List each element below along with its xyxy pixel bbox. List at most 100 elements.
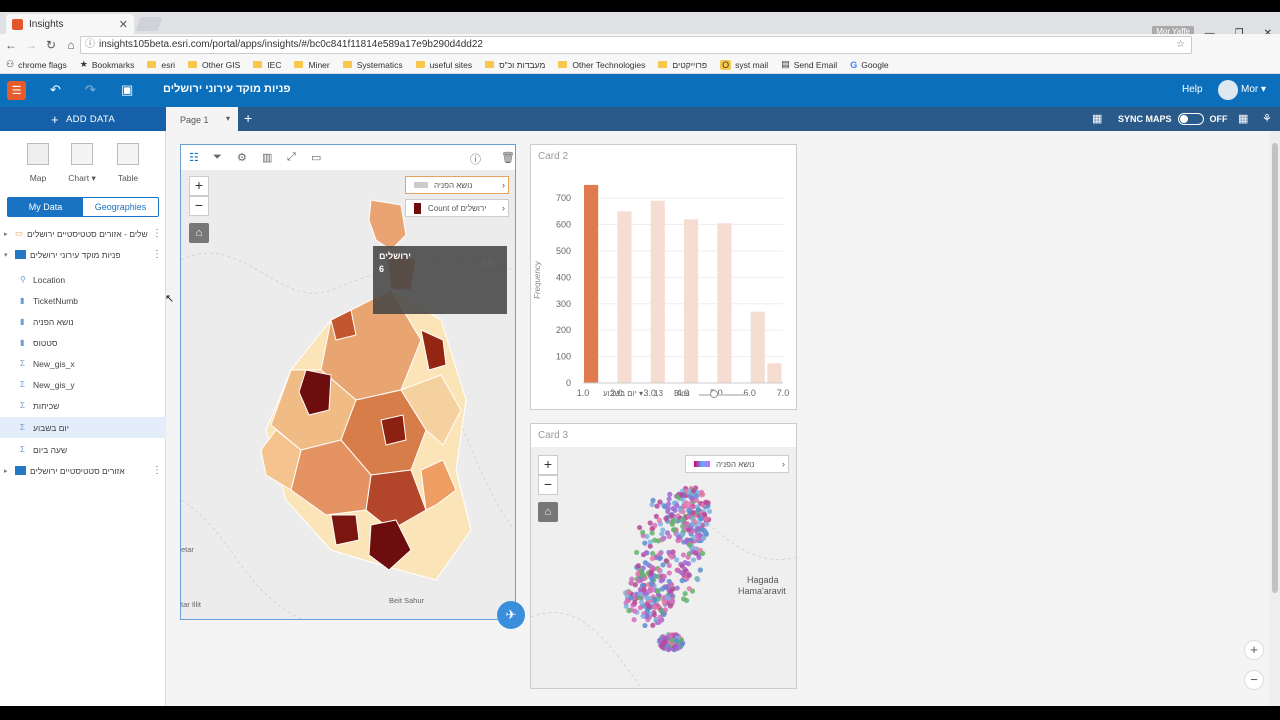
bookmark-folder[interactable]: Systematics	[342, 60, 403, 70]
field-row[interactable]: Σ שכיחות	[0, 395, 166, 416]
canvas-zoom-in-button[interactable]: +	[1244, 640, 1264, 660]
histogram-card[interactable]: Card 2 0 100 200 300 400 500 600 700 Frequency 1.…	[530, 144, 797, 410]
zoom-out-button[interactable]: −	[189, 196, 209, 216]
canvas-zoom-out-button[interactable]: −	[1244, 670, 1264, 690]
card-options-icon[interactable]: ▭	[311, 151, 321, 164]
back-icon[interactable]: ←	[2, 38, 20, 52]
chevron-right-icon[interactable]: ›	[782, 459, 785, 469]
bookmark-item[interactable]: G Google	[850, 60, 888, 70]
field-row[interactable]: ▮ סטטוס	[0, 332, 166, 353]
bookmark-item[interactable]: ▤ Send Email	[781, 59, 837, 70]
filter-icon[interactable]: ⏷	[213, 151, 222, 164]
home-icon[interactable]: ⌂	[62, 38, 80, 52]
info-icon[interactable]: ⓘ	[470, 151, 481, 167]
field-row[interactable]: Σ New_gis_y	[0, 374, 166, 395]
reload-icon[interactable]: ↻	[42, 38, 60, 52]
action-button[interactable]: ✈	[497, 601, 525, 629]
zoom-in-button[interactable]: +	[538, 455, 558, 475]
zoom-out-button[interactable]: −	[538, 475, 558, 495]
more-options-icon[interactable]: ⋮	[152, 249, 162, 260]
bookmark-folder[interactable]: מעבדות וכ"ס	[485, 60, 545, 70]
insights-logo-icon[interactable]: ☰	[7, 81, 26, 100]
forward-icon[interactable]: →	[22, 38, 40, 52]
toggle-switch[interactable]	[1177, 113, 1204, 125]
field-row[interactable]: ⚲ Location	[0, 269, 166, 290]
card-title[interactable]: Card 2	[538, 151, 568, 162]
bookmark-folder[interactable]: פרוייקטים	[658, 60, 707, 70]
chevron-right-icon[interactable]: ▸	[4, 230, 11, 238]
add-data-button[interactable]: + ADD DATA	[0, 107, 166, 131]
new-tab-button[interactable]	[135, 17, 163, 31]
chevron-down-icon[interactable]: ▾	[4, 251, 11, 259]
field-row-selected[interactable]: Σ יום בשבוע	[0, 417, 166, 438]
bookmark-item[interactable]: ⚇ chrome flags	[6, 59, 67, 70]
home-extent-icon[interactable]: ⌂	[538, 502, 558, 522]
info-icon[interactable]: ⓘ	[85, 37, 95, 53]
share-icon[interactable]: ⚘	[1262, 112, 1272, 125]
dataset-row[interactable]: ▾ פניות מוקד עירוני ירושלים ⋮	[0, 244, 166, 265]
map-viz-button[interactable]: Map	[18, 143, 58, 183]
map-card[interactable]: ☷ ⏷ ⚙ ▥ ⤢ ▭ ⓘ 🗑 + − ⌂ נושא הפניה › Count…	[180, 144, 516, 620]
point-map[interactable]: + − ⌂ נושא הפניה › Hagada Hama'aravit	[531, 447, 796, 688]
bookmark-star-icon[interactable]: ☆	[1176, 37, 1185, 53]
chevron-right-icon[interactable]: ▸	[4, 467, 11, 475]
close-tab-icon[interactable]: ✕	[119, 18, 128, 31]
spatial-analysis-icon[interactable]: ⚙	[237, 151, 247, 164]
bins-slider-track[interactable]	[699, 394, 747, 396]
bookmark-folder[interactable]: Miner	[294, 60, 330, 70]
grid-icon[interactable]: ▦	[1238, 112, 1248, 125]
legend-layer-1[interactable]: נושא הפניה ›	[405, 176, 509, 194]
bookmark-item[interactable]: Osyst mail	[720, 59, 768, 70]
dataset-row[interactable]: ▸ ▭ שלים - אזורים סטטיסטיים ירושלים ⋮	[0, 223, 166, 244]
dataset-row[interactable]: ▸ אזורים סטטיסטיים ירושלים ⋮	[0, 460, 166, 481]
address-bar[interactable]: ⓘ insights105beta.esri.com/portal/apps/i…	[80, 36, 1192, 54]
home-extent-icon[interactable]: ⌂	[189, 223, 209, 243]
more-options-icon[interactable]: ⋮	[152, 465, 162, 476]
help-link[interactable]: Help	[1182, 84, 1203, 95]
table-viz-button[interactable]: Table	[108, 143, 148, 183]
legend-layer[interactable]: נושא הפניה ›	[685, 455, 789, 473]
bins-slider-handle[interactable]	[710, 390, 718, 398]
bookmark-folder[interactable]: IEC	[253, 60, 281, 70]
data-table-icon[interactable]: ▦	[1092, 112, 1102, 125]
scrollbar-thumb[interactable]	[1272, 143, 1278, 593]
field-row[interactable]: Σ New_gis_x	[0, 353, 166, 374]
card-title[interactable]: Card 3	[538, 430, 568, 441]
choropleth-map[interactable]: + − ⌂ נושא הפניה › Count of ירושלים › יר…	[181, 170, 515, 619]
tab-page-1[interactable]: Page 1 ▾	[166, 107, 238, 131]
zoom-in-button[interactable]: +	[189, 176, 209, 196]
browser-tab[interactable]: Insights ✕	[6, 14, 134, 34]
bookmark-folder[interactable]: Other GIS	[188, 60, 240, 70]
field-selector[interactable]: יום בשבוע ▾	[603, 389, 643, 398]
bookmark-folder[interactable]: Other Technologies	[558, 60, 645, 70]
add-page-button[interactable]: +	[244, 110, 252, 126]
tab-geographies[interactable]: Geographies	[83, 198, 158, 216]
point-map-card[interactable]: Card 3 + − ⌂ נושא הפניה › Hagada Hama'ar…	[530, 423, 797, 689]
maximize-icon[interactable]: ⤢	[287, 151, 296, 164]
bookmark-folder[interactable]: useful sites	[415, 60, 472, 70]
chevron-right-icon[interactable]: ›	[502, 203, 505, 213]
canvas-scrollbar[interactable]	[1270, 131, 1280, 706]
bookmark-folder[interactable]: esri	[147, 60, 175, 70]
chevron-down-icon[interactable]: ▾	[226, 114, 230, 123]
delete-icon[interactable]: 🗑	[501, 151, 515, 164]
user-menu[interactable]: Mor ▾	[1241, 84, 1266, 95]
undo-icon[interactable]: ↶	[50, 82, 61, 98]
field-row[interactable]: ▮ TicketNumb	[0, 290, 166, 311]
save-icon[interactable]: ▣	[121, 82, 133, 98]
redo-icon[interactable]: ↷	[85, 82, 96, 98]
sync-maps-toggle[interactable]: SYNC MAPS OFF	[1118, 113, 1228, 125]
histogram-chart[interactable]: 0100200300400500600700Frequency1.0 2.0 3.0…	[531, 165, 796, 405]
legend-icon[interactable]: ☷	[189, 151, 199, 164]
legend-layer-2[interactable]: Count of ירושלים ›	[405, 199, 509, 217]
chart-type-icon[interactable]: ▥	[262, 151, 272, 164]
bookmark-item[interactable]: ★ Bookmarks	[80, 59, 135, 70]
field-row[interactable]: ▮ נושא הפניה	[0, 311, 166, 332]
field-row[interactable]: Σ שעה ביום	[0, 439, 166, 460]
chart-viz-button[interactable]: Chart ▾	[62, 143, 102, 184]
more-options-icon[interactable]: ⋮	[152, 228, 162, 239]
chevron-right-icon[interactable]: ›	[502, 180, 505, 190]
avatar[interactable]	[1218, 80, 1238, 100]
tab-my-data[interactable]: My Data	[8, 198, 83, 216]
workbook-title[interactable]: פניות מוקד עירוני ירושלים	[163, 83, 291, 95]
